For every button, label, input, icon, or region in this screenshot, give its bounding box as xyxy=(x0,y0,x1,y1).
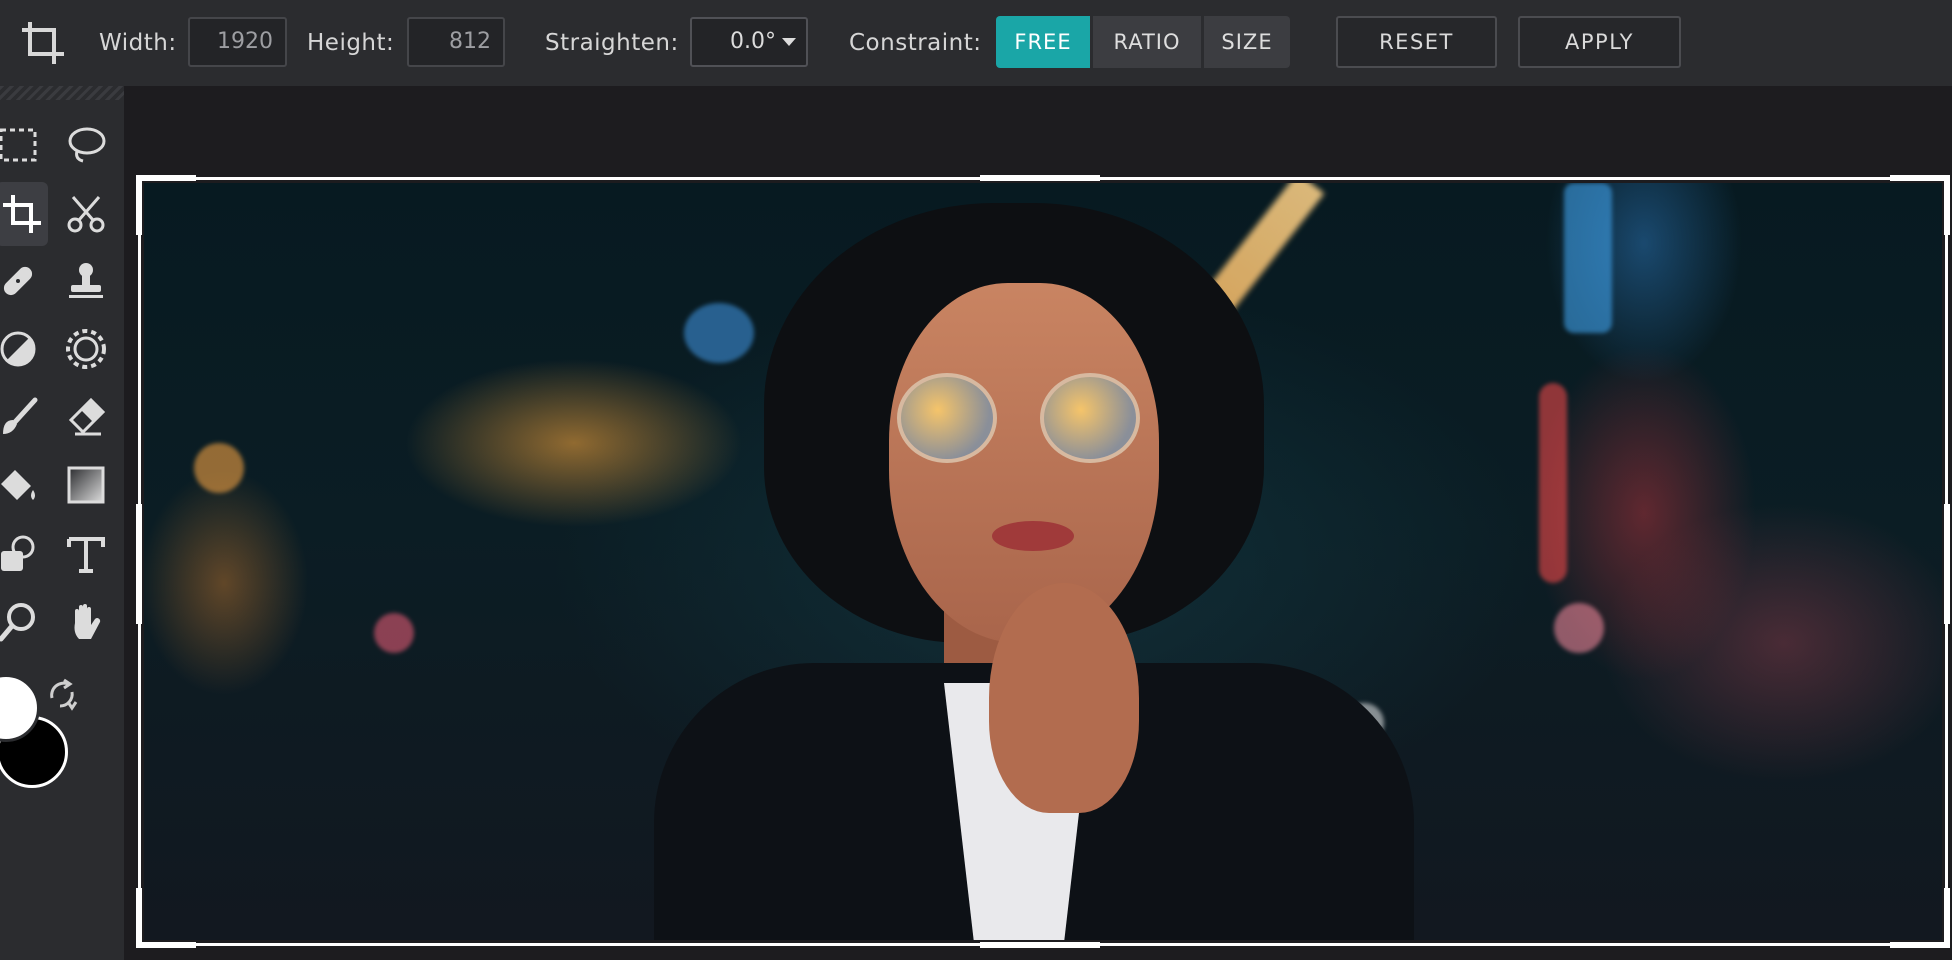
bokeh-light xyxy=(684,303,754,363)
width-input[interactable]: 1920 xyxy=(188,17,287,67)
constraint-free-button[interactable]: FREE xyxy=(996,16,1090,68)
crop-handle-top-right[interactable] xyxy=(1890,175,1950,181)
constraint-size-button[interactable]: SIZE xyxy=(1204,16,1290,68)
crop-handle-bottom-right[interactable] xyxy=(1890,942,1950,948)
apply-button[interactable]: APPLY xyxy=(1518,16,1681,68)
crop-icon xyxy=(3,195,41,233)
photo-woman-with-glasses xyxy=(144,183,1942,940)
tool-lasso[interactable] xyxy=(60,113,112,177)
constraint-ratio-button[interactable]: RATIO xyxy=(1093,16,1201,68)
straighten-label: Straighten: xyxy=(545,30,679,56)
constraint-label: Constraint: xyxy=(849,30,982,56)
tool-zoom[interactable] xyxy=(0,590,44,654)
brush-icon xyxy=(3,397,38,434)
scissors-icon xyxy=(67,196,105,233)
tool-brush[interactable] xyxy=(0,385,44,449)
tool-clone[interactable] xyxy=(60,249,112,313)
panel-drag-handle[interactable] xyxy=(0,86,124,100)
marquee-icon xyxy=(0,128,37,162)
tool-cut[interactable] xyxy=(60,182,112,246)
width-label: Width: xyxy=(99,30,177,56)
tools-panel xyxy=(0,86,124,960)
glasses-left-lens xyxy=(897,373,997,463)
lasso-icon xyxy=(68,127,106,163)
eraser-icon xyxy=(68,397,106,436)
crop-icon xyxy=(22,22,64,64)
tool-fill[interactable] xyxy=(0,453,44,517)
crop-handle-top[interactable] xyxy=(980,175,1100,181)
reset-button[interactable]: RESET xyxy=(1336,16,1497,68)
crop-options-bar: Width: 1920 Height: 812 Straighten: 0.0°… xyxy=(0,0,1952,86)
crop-handle-bottom-left[interactable] xyxy=(136,942,196,948)
tool-text[interactable] xyxy=(60,522,112,586)
subject-hand xyxy=(989,583,1139,813)
crop-handle-left[interactable] xyxy=(136,504,142,624)
tool-shapes[interactable] xyxy=(0,522,44,586)
stamp-icon xyxy=(69,263,103,298)
bokeh-light xyxy=(374,613,414,653)
glasses-right-lens xyxy=(1040,373,1140,463)
subject-lips xyxy=(992,521,1074,551)
crop-handle-bottom-left[interactable] xyxy=(136,888,142,948)
crop-handle-right[interactable] xyxy=(1944,504,1950,624)
subject-face xyxy=(889,283,1159,643)
paint-bucket-icon xyxy=(1,470,35,500)
crop-handle-top-left[interactable] xyxy=(136,175,196,181)
tool-dodge[interactable] xyxy=(0,317,44,381)
tool-crop[interactable] xyxy=(0,182,48,246)
bokeh-light xyxy=(1539,383,1567,583)
chevron-down-icon xyxy=(782,38,796,46)
straighten-value: 0.0° xyxy=(730,29,776,54)
tool-gradient[interactable] xyxy=(60,453,112,517)
tool-brightness[interactable] xyxy=(60,317,112,381)
zoom-icon xyxy=(0,603,35,642)
text-icon xyxy=(67,537,105,573)
bokeh-light xyxy=(194,443,244,493)
crop-handle-top-right[interactable] xyxy=(1944,175,1950,235)
crop-handle-bottom-right[interactable] xyxy=(1944,888,1950,948)
height-input[interactable]: 812 xyxy=(407,17,505,67)
swap-colors-icon[interactable] xyxy=(46,678,80,712)
tool-hand[interactable] xyxy=(60,590,112,654)
bokeh-light xyxy=(1554,603,1604,653)
height-label: Height: xyxy=(307,30,395,56)
bokeh-light xyxy=(1564,183,1612,333)
dodge-icon xyxy=(0,331,36,367)
crop-handle-bottom[interactable] xyxy=(980,942,1100,948)
tool-eraser[interactable] xyxy=(60,385,112,449)
straighten-select[interactable]: 0.0° xyxy=(690,17,808,67)
canvas-area[interactable] xyxy=(124,86,1952,960)
bandage-icon xyxy=(3,266,33,296)
tool-marquee[interactable] xyxy=(0,113,44,177)
shapes-icon xyxy=(1,535,35,571)
gradient-icon xyxy=(67,466,105,504)
hand-icon xyxy=(74,604,101,639)
crop-handle-top-left[interactable] xyxy=(136,175,142,235)
tool-heal[interactable] xyxy=(0,249,44,313)
brightness-icon xyxy=(66,329,106,369)
